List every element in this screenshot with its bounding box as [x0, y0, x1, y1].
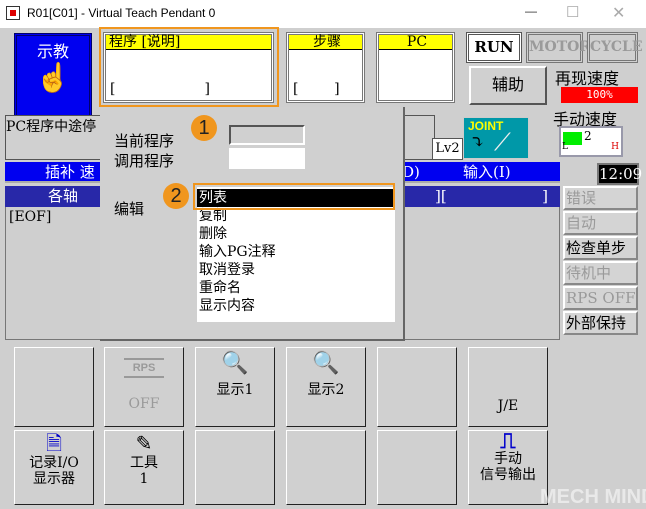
- document-search-icon: 🗎: [45, 431, 63, 455]
- edit-item-delete[interactable]: 删除: [197, 225, 393, 243]
- magnifier-document-icon: 🔍: [312, 351, 340, 376]
- edit-item-unregister[interactable]: 取消登录: [197, 261, 393, 279]
- pc-stop-text: PC程序中途停: [6, 119, 97, 135]
- magnifier-document-icon: 🔍: [221, 351, 249, 376]
- io-recorder-label-1: 记录I/O: [29, 455, 79, 471]
- bar2-right: ][ ]: [435, 187, 548, 205]
- tool-number: 1: [139, 471, 149, 487]
- list-highlight: [193, 183, 395, 210]
- eof-marker: [EOF]: [9, 209, 52, 225]
- pc-stop-panel: PC程序中途停: [5, 115, 101, 160]
- pc-box[interactable]: PC: [376, 32, 455, 103]
- io-recorder-button[interactable]: 🗎 记录I/O 显示器: [14, 430, 94, 505]
- manual-signal-label-1: 手动: [494, 451, 522, 467]
- step-badge-1: 1: [191, 115, 217, 141]
- edit-item-show-content[interactable]: 显示内容: [197, 297, 393, 315]
- side-button-auto[interactable]: 自动: [563, 211, 638, 235]
- side-button-rps-off[interactable]: RPS OFF: [563, 286, 638, 310]
- robot-arm-icon: ⟋: [494, 128, 511, 156]
- repeat-speed-label: 再现速度: [555, 69, 620, 88]
- fkey-empty-1[interactable]: [14, 347, 94, 427]
- display2-label: 显示2: [307, 382, 345, 398]
- tool-label: 工具: [130, 455, 158, 471]
- bar1-left: 插补 速: [45, 163, 95, 181]
- cycle-button[interactable]: CYCLE: [587, 32, 643, 63]
- program-box[interactable]: 程序 [说明] [ ]: [103, 32, 274, 103]
- manual-speed-low: L: [562, 142, 568, 152]
- level-badge: Lv2: [432, 138, 463, 160]
- close-button[interactable]: ✕: [612, 3, 625, 23]
- program-header: 程序 [说明]: [106, 35, 271, 50]
- rps-icon: RPS: [124, 358, 164, 378]
- fkey-empty-10[interactable]: [286, 430, 366, 505]
- je-label: J/E: [497, 398, 519, 414]
- hand-icon: ☝: [35, 61, 71, 94]
- right-panel: [400, 115, 435, 160]
- manual-signal-output-button[interactable]: ⎍ 手动 信号输出: [468, 430, 548, 505]
- teach-mode-label: 示教: [36, 42, 69, 61]
- edit-label: 编辑: [114, 200, 145, 218]
- side-button-standby[interactable]: 待机中: [563, 261, 638, 285]
- fkey-empty-5[interactable]: [377, 347, 457, 427]
- program-popup: 当前程序 调用程序 编辑 列表 复制 删除 输入PG注释 取消登录 重命名 显示…: [100, 107, 405, 341]
- manual-speed-high: H: [611, 142, 619, 152]
- tool-plug-icon: ✎: [135, 431, 153, 455]
- call-program-label: 调用程序: [114, 152, 175, 170]
- manual-speed-value: 2: [584, 129, 592, 143]
- window-title: R01[C01] - Virtual Teach Pendant 0: [27, 6, 216, 20]
- title-bar: R01[C01] - Virtual Teach Pendant 0 — ☐ ✕: [0, 0, 646, 28]
- pc-header: PC: [379, 35, 452, 50]
- app-icon: [6, 6, 20, 20]
- program-value: [ ]: [110, 81, 210, 97]
- edit-item-comment[interactable]: 输入PG注释: [197, 243, 393, 261]
- side-button-check-step[interactable]: 检查单步: [563, 236, 638, 260]
- fkey-empty-9[interactable]: [195, 430, 275, 505]
- step-badge-2: 2: [163, 183, 189, 209]
- clock: 12:09: [597, 163, 643, 185]
- repeat-speed-value: 100%: [561, 87, 638, 103]
- aux-button[interactable]: 辅助: [469, 66, 547, 105]
- edit-item-rename[interactable]: 重命名: [197, 279, 393, 297]
- rps-off-button[interactable]: RPS OFF: [104, 347, 184, 427]
- rotate-arrow-icon: ⤵: [470, 132, 486, 153]
- io-recorder-label-2: 显示器: [33, 471, 75, 487]
- fkey-empty-11[interactable]: [377, 430, 457, 505]
- side-button-external-hold[interactable]: 外部保持: [563, 311, 638, 335]
- display2-button[interactable]: 🔍 显示2: [286, 347, 366, 427]
- je-button[interactable]: J/E: [468, 347, 548, 427]
- bar2-left: 各轴: [48, 187, 79, 205]
- run-button[interactable]: RUN: [466, 32, 522, 63]
- pulse-signal-icon: ⎍: [500, 428, 516, 454]
- bar1-right: 输入(I): [463, 163, 511, 181]
- watermark: MECH MIND: [540, 486, 646, 508]
- step-header: 步骤: [289, 35, 362, 50]
- current-program-field[interactable]: [229, 125, 305, 145]
- manual-speed-gauge[interactable]: 2 L H: [559, 126, 623, 157]
- current-program-label: 当前程序: [114, 132, 175, 150]
- tool-button[interactable]: ✎ 工具 1: [104, 430, 184, 505]
- manual-signal-label-2: 信号输出: [480, 467, 536, 483]
- call-program-field[interactable]: [229, 148, 305, 169]
- minimize-button[interactable]: —: [525, 4, 537, 18]
- step-box[interactable]: 步骤 [ ]: [286, 32, 365, 103]
- motor-button[interactable]: MOTOR: [526, 32, 591, 63]
- display1-label: 显示1: [216, 382, 254, 398]
- maximize-button[interactable]: ☐: [566, 3, 579, 21]
- step-value: [ ]: [293, 81, 340, 97]
- rps-off-label: OFF: [128, 396, 160, 412]
- joint-icon[interactable]: JOINT ⤵ ⟋: [463, 117, 529, 159]
- display1-button[interactable]: 🔍 显示1: [195, 347, 275, 427]
- side-button-error[interactable]: 错误: [563, 186, 638, 210]
